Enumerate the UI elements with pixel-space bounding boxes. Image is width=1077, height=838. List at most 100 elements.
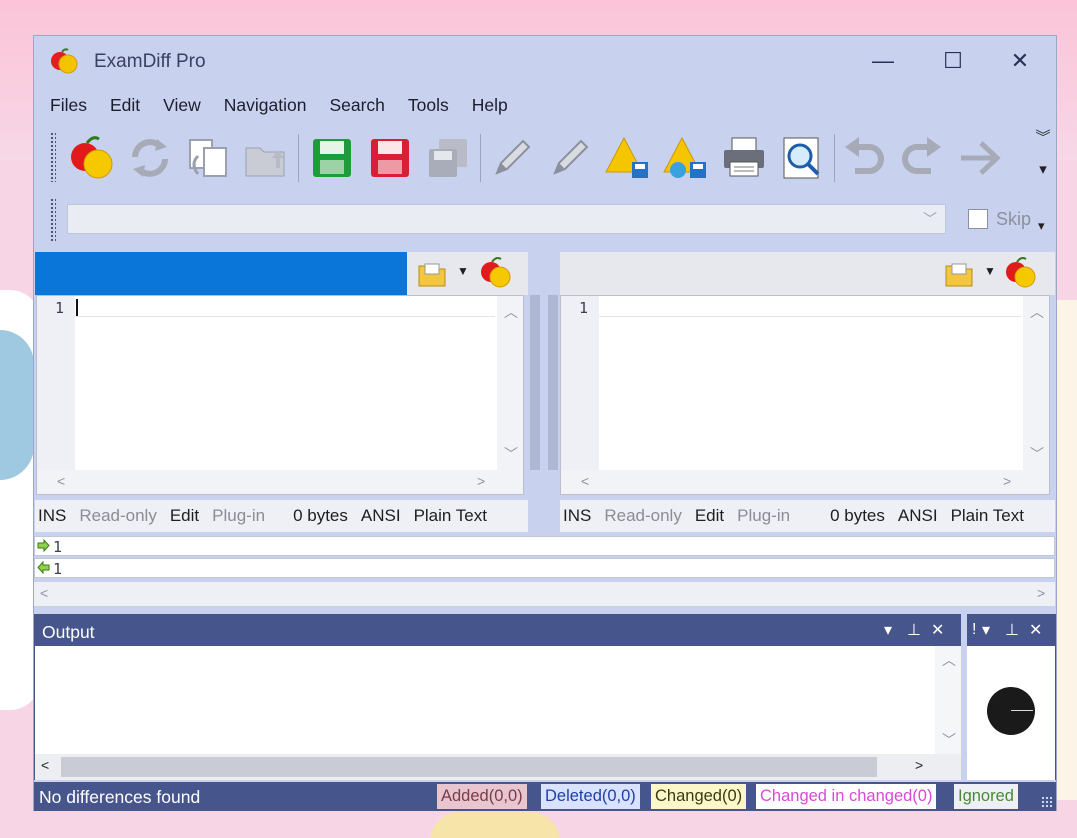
scroll-up-icon[interactable]: ︿ [504, 302, 518, 322]
print-button[interactable] [718, 132, 770, 184]
compare-icon[interactable] [479, 256, 513, 290]
close-button[interactable]: ✕ [997, 41, 1043, 81]
left-filename[interactable] [35, 252, 407, 295]
file-size: 0 bytes [830, 506, 885, 525]
skip-checkbox[interactable] [968, 209, 988, 229]
file-type[interactable]: Plain Text [951, 506, 1024, 526]
scrollbar-thumb[interactable] [61, 757, 877, 777]
compare-icon[interactable] [1004, 256, 1038, 290]
menu-edit[interactable]: Edit [110, 95, 140, 116]
readonly-status[interactable]: Read-only [79, 506, 157, 526]
scroll-left-icon[interactable]: < [40, 585, 48, 601]
right-vertical-scrollbar[interactable]: ︿ ﹀ [1023, 296, 1049, 470]
scroll-right-icon[interactable]: > [915, 757, 923, 773]
open-dropdown-icon[interactable]: ▼ [984, 264, 996, 278]
panel-menu-icon[interactable]: ▾ [982, 620, 990, 640]
toolbar-grip[interactable] [50, 198, 56, 242]
edit-right-button[interactable] [544, 132, 596, 184]
scroll-up-icon[interactable]: ︿ [942, 650, 956, 670]
pin-icon[interactable]: ⊥ [907, 620, 921, 640]
output-horizontal-scrollbar[interactable]: < > [35, 754, 961, 780]
scroll-down-icon[interactable]: ﹀ [504, 444, 518, 464]
toolbar-grip[interactable] [50, 132, 56, 182]
pin-icon[interactable]: ⊥ [1005, 620, 1019, 640]
insert-mode[interactable]: INS [38, 506, 66, 526]
compare-horizontal-scrollbar[interactable]: < > [34, 582, 1055, 606]
scroll-left-icon[interactable]: < [41, 757, 49, 773]
next-arrow-icon [961, 141, 1001, 175]
right-pane-status: INS Read-only Edit Plug-in 0 bytes ANSI … [560, 500, 1055, 532]
edit-left-button[interactable] [486, 132, 538, 184]
pathbar-overflow-icon[interactable]: ▾ [1038, 218, 1045, 234]
compare-line-left[interactable]: 1 [34, 536, 1055, 556]
open-file-icon[interactable] [944, 260, 974, 288]
window-title: ExamDiff Pro [94, 51, 206, 72]
right-pane-header: ▼ [560, 252, 1055, 295]
next-difference-button[interactable] [954, 132, 1006, 184]
readonly-status[interactable]: Read-only [604, 506, 682, 526]
scroll-down-icon[interactable]: ﹀ [1030, 444, 1044, 464]
left-editor[interactable]: 1 ︿ ﹀ < > [36, 295, 524, 495]
left-horizontal-scrollbar[interactable]: < > [37, 470, 523, 494]
menu-files[interactable]: Files [50, 95, 87, 116]
file-type[interactable]: Plain Text [414, 506, 487, 526]
swap-files-button[interactable] [182, 132, 234, 184]
print-icon [724, 137, 764, 177]
menu-view[interactable]: View [163, 95, 201, 116]
left-vertical-scrollbar[interactable]: ︿ ﹀ [497, 296, 523, 470]
redo-button[interactable] [896, 132, 948, 184]
encoding[interactable]: ANSI [361, 506, 401, 526]
right-editor[interactable]: 1 ︿ ﹀ < > [560, 295, 1050, 495]
scroll-right-icon[interactable]: > [1003, 473, 1011, 489]
scroll-left-icon[interactable]: < [581, 473, 589, 489]
toolbar-overflow-button[interactable]: ︾ ▾ [1034, 130, 1052, 180]
left-line-gutter [37, 296, 75, 470]
menu-tools[interactable]: Tools [408, 95, 449, 116]
save-all-button[interactable] [422, 132, 474, 184]
close-panel-icon[interactable]: ✕ [931, 620, 944, 640]
path-combobox[interactable]: ﹀ [67, 204, 946, 234]
toolbar-separator [480, 134, 481, 182]
open-dropdown-icon[interactable]: ▼ [457, 264, 469, 278]
output-panel: Output ▾ ⊥ ✕ ! ▾ ⊥ ✕ ︿ ﹀ < > [34, 614, 1056, 780]
output-vertical-scrollbar[interactable]: ︿ ﹀ [935, 646, 961, 754]
save-right-button[interactable] [364, 132, 416, 184]
save-button[interactable] [306, 132, 358, 184]
compare-button[interactable] [66, 132, 118, 184]
edit-status[interactable]: Edit [170, 506, 199, 526]
left-pane-header: ▼ [35, 252, 528, 295]
refresh-button[interactable] [124, 132, 176, 184]
plugin-status[interactable]: Plug-in [737, 506, 790, 526]
compare-line-right[interactable]: 1 [34, 558, 1055, 578]
scroll-right-icon[interactable]: > [1037, 585, 1045, 601]
scroll-down-icon[interactable]: ﹀ [942, 730, 956, 750]
menu-search[interactable]: Search [329, 95, 384, 116]
scroll-right-icon[interactable]: > [477, 473, 485, 489]
undo-button[interactable] [838, 132, 890, 184]
print-preview-button[interactable] [776, 132, 828, 184]
open-folder-button[interactable] [240, 132, 292, 184]
knob-dial[interactable] [987, 687, 1035, 735]
plugin-status[interactable]: Plug-in [212, 506, 265, 526]
edit-status[interactable]: Edit [695, 506, 724, 526]
scroll-left-icon[interactable]: < [57, 473, 65, 489]
menu-navigation[interactable]: Navigation [224, 95, 307, 116]
close-panel-icon[interactable]: ✕ [1029, 620, 1042, 640]
insert-mode[interactable]: INS [563, 506, 591, 526]
panel-menu-icon[interactable]: ▾ [884, 620, 892, 640]
arrow-right-icon [37, 539, 50, 552]
save-report-button[interactable] [602, 132, 654, 184]
save-html-report-button[interactable] [660, 132, 712, 184]
chevron-down-icon[interactable]: ﹀ [923, 209, 937, 229]
side-panel-title: ! [972, 621, 977, 638]
encoding[interactable]: ANSI [898, 506, 938, 526]
menu-help[interactable]: Help [472, 95, 508, 116]
maximize-button[interactable]: ☐ [930, 41, 976, 81]
title-bar[interactable]: ExamDiff Pro — ☐ ✕ [34, 36, 1056, 86]
resize-grip[interactable] [1041, 796, 1053, 808]
right-horizontal-scrollbar[interactable]: < > [561, 470, 1049, 494]
open-file-icon[interactable] [417, 260, 447, 288]
minimize-button[interactable]: — [860, 41, 906, 81]
right-filename[interactable] [560, 252, 930, 295]
scroll-up-icon[interactable]: ︿ [1030, 302, 1044, 322]
